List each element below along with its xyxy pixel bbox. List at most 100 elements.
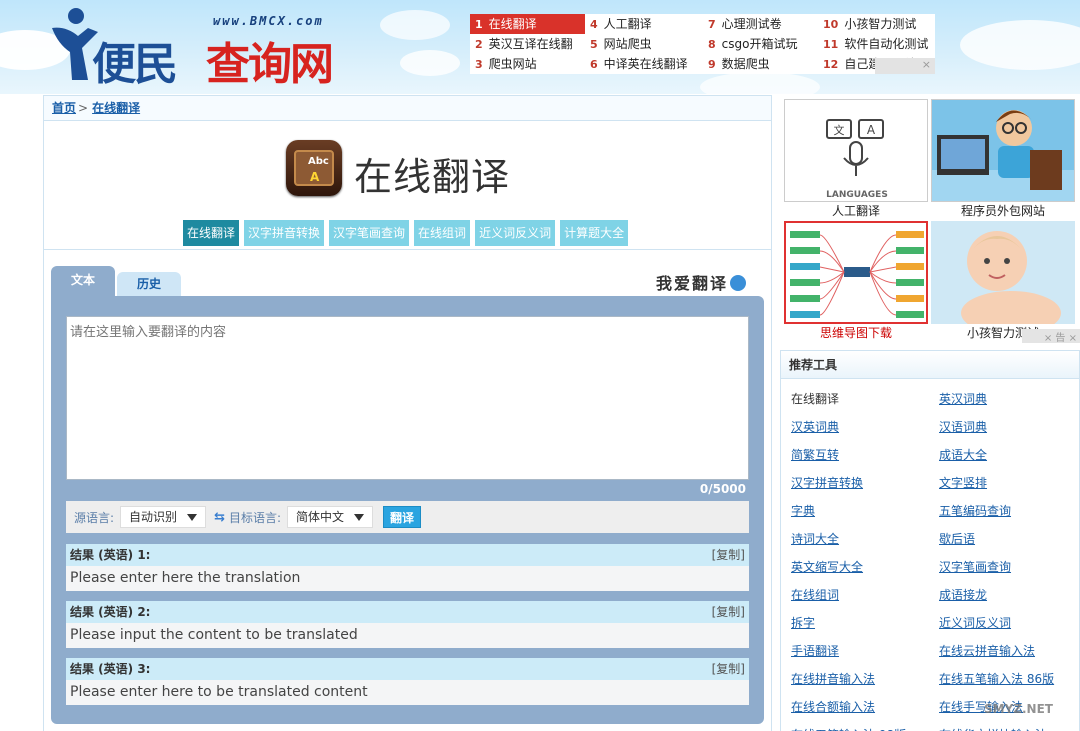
hot-link[interactable]: 9 数据爬虫	[703, 54, 818, 74]
result-title: 结果 (英语) 2:	[70, 605, 151, 619]
recommend-link[interactable]: 英文缩写大全	[791, 553, 939, 581]
site-logo[interactable]: www.BMCX.com 便民 查询网	[48, 6, 358, 90]
ad-grid: 文 A LANGUAGES 人工翻译 程序员外包网站 思维导图下载 小孩智力测试	[782, 97, 1080, 345]
recommend-link[interactable]: 英汉词典	[939, 385, 1080, 413]
recommend-link[interactable]: 文字竖排	[939, 469, 1080, 497]
programmer-illustration	[931, 99, 1075, 202]
source-language-label: 源语言:	[74, 510, 115, 525]
logo-text-red: 查询网	[206, 39, 334, 90]
logo-text-blue: 便民	[92, 39, 178, 90]
ad-human-translation[interactable]: 文 A LANGUAGES 人工翻译	[784, 99, 928, 221]
copy-button[interactable]: [复制]	[712, 658, 745, 680]
source-language-select[interactable]: 自动识别	[120, 506, 207, 528]
target-language-label: 目标语言:	[228, 510, 282, 525]
chevron-down-icon	[354, 513, 365, 521]
recommend-link[interactable]: 在线五笔输入法 86版	[939, 665, 1080, 693]
copy-button[interactable]: [复制]	[712, 544, 745, 566]
translate-button[interactable]: 翻译	[383, 506, 422, 528]
ad-caption: 思维导图下载	[819, 326, 892, 340]
hot-link[interactable]: 7 心理测试卷	[703, 14, 818, 34]
recommend-link[interactable]: 成语接龙	[939, 581, 1080, 609]
tool-tab-online-translate[interactable]: 在线翻译	[183, 220, 240, 246]
recommend-tools: 推荐工具 在线翻译 英汉词典 汉英词典 汉语词典 简繁互转 成语大全 汉字拼音转…	[780, 350, 1080, 731]
ad-mindmap[interactable]: 思维导图下载	[784, 221, 928, 343]
logo-url: www.BMCX.com	[213, 14, 324, 28]
tool-tab-synonym[interactable]: 近义词反义词	[475, 220, 556, 246]
brand-logo: 我爱翻译	[656, 270, 747, 294]
ad-close-button[interactable]: × 告 ×	[1022, 329, 1080, 344]
ad-caption: 程序员外包网站	[960, 204, 1045, 218]
recommend-link[interactable]: 汉语词典	[939, 413, 1080, 441]
breadcrumb: 首页 > 在线翻译	[44, 96, 771, 121]
ad-programmer[interactable]: 程序员外包网站	[931, 99, 1075, 221]
recommend-link[interactable]: 手语翻译	[791, 637, 939, 665]
mindmap-illustration	[784, 221, 928, 324]
recommend-link[interactable]: 在线华文拼块输入法	[939, 721, 1080, 731]
chevron-down-icon	[187, 513, 198, 521]
recommend-link[interactable]: 汉字笔画查询	[939, 553, 1080, 581]
result-text: Please input the content to be translate…	[66, 623, 749, 648]
recommend-link[interactable]: 歇后语	[939, 525, 1080, 553]
breadcrumb-home-link[interactable]: 首页	[52, 101, 76, 115]
target-language-select[interactable]: 简体中文	[287, 506, 374, 528]
brand-knot-icon	[730, 275, 747, 291]
tab-history[interactable]: 历史	[117, 272, 181, 296]
recommend-link[interactable]: 拆字	[791, 609, 939, 637]
hot-link[interactable]: 1 在线翻译	[470, 14, 585, 34]
recommend-link[interactable]: 在线拼音输入法	[791, 665, 939, 693]
result-title: 结果 (英语) 3:	[70, 662, 151, 676]
tool-tab-calc[interactable]: 计算题大全	[560, 220, 629, 246]
char-count: 0/5000	[699, 482, 746, 496]
tab-text[interactable]: 文本	[51, 266, 115, 296]
recommend-link[interactable]: 在线云拼音输入法	[939, 637, 1080, 665]
recommend-link[interactable]: 汉英词典	[791, 413, 939, 441]
translator-box: 0/5000 源语言: 自动识别 ⇆ 目标语言: 简体中文 翻译 结果 (英语)…	[51, 296, 764, 724]
ad-child-iq[interactable]: 小孩智力测试	[931, 221, 1075, 343]
result-block: 结果 (英语) 2: [复制] Please input the content …	[66, 601, 749, 648]
recommend-link[interactable]: 简繁互转	[791, 441, 939, 469]
hot-link[interactable]: 5 网站爬虫	[585, 34, 703, 54]
recommend-link[interactable]: 字典	[791, 497, 939, 525]
watermark: SMYZ.NET	[984, 702, 1053, 716]
tool-tabs: 在线翻译 汉字拼音转换 汉字笔画查询 在线组词 近义词反义词 计算题大全	[183, 220, 629, 246]
hot-link[interactable]: 10 小孩智力测试	[818, 14, 935, 34]
language-options: 源语言: 自动识别 ⇆ 目标语言: 简体中文 翻译	[66, 501, 749, 533]
swap-icon[interactable]: ⇆	[214, 510, 225, 525]
title-area: Abc A 在线翻译 在线翻译 汉字拼音转换 汉字笔画查询 在线组词 近义词反义…	[44, 122, 771, 250]
baby-photo	[931, 221, 1075, 324]
hot-link[interactable]: 6 中译英在线翻译	[585, 54, 703, 74]
recommend-title: 推荐工具	[781, 351, 1079, 379]
main-panel: 首页 > 在线翻译 Abc A 在线翻译 在线翻译 汉字拼音转换 汉字笔画查询 在线…	[43, 95, 772, 731]
result-text: Please enter here the translation	[66, 566, 749, 591]
recommend-link[interactable]: 汉字拼音转换	[791, 469, 939, 497]
recommend-link[interactable]: 成语大全	[939, 441, 1080, 469]
source-text-input[interactable]	[66, 316, 749, 480]
hot-link[interactable]: 4 人工翻译	[585, 14, 703, 34]
recommend-link[interactable]: 五笔编码查询	[939, 497, 1080, 525]
translate-app-icon: Abc A	[286, 140, 342, 196]
recommend-link[interactable]: 在线组词	[791, 581, 939, 609]
svg-text:A: A	[867, 123, 876, 137]
breadcrumb-current-link[interactable]: 在线翻译	[92, 101, 140, 115]
hot-links-close-button[interactable]: ×	[875, 58, 935, 74]
recommend-link[interactable]: 近义词反义词	[939, 609, 1080, 637]
result-block: 结果 (英语) 1: [复制] Please enter here the tra…	[66, 544, 749, 591]
ad-caption: 人工翻译	[831, 204, 880, 218]
tool-tab-pinyin[interactable]: 汉字拼音转换	[244, 220, 325, 246]
site-header: www.BMCX.com 便民 查询网 1 在线翻译 4 人工翻译 7 心理测试卷 1…	[0, 0, 1080, 94]
recommend-link[interactable]: 在线翻译	[791, 385, 939, 413]
recommend-link[interactable]: 在线五笔输入法 98版	[791, 721, 939, 731]
svg-text:文: 文	[834, 123, 845, 137]
hot-link[interactable]: 11 软件自动化测试	[818, 34, 935, 54]
hot-link[interactable]: 8 csgo开箱试玩	[703, 34, 818, 54]
page-title: 在线翻译	[354, 155, 511, 199]
languages-icon: 文 A LANGUAGES	[784, 99, 928, 202]
tool-tab-word-group[interactable]: 在线组词	[414, 220, 471, 246]
result-title: 结果 (英语) 1:	[70, 548, 151, 562]
hot-link[interactable]: 3 爬虫网站	[470, 54, 585, 74]
tool-tab-stroke[interactable]: 汉字笔画查询	[329, 220, 410, 246]
recommend-link[interactable]: 诗词大全	[791, 525, 939, 553]
copy-button[interactable]: [复制]	[712, 601, 745, 623]
recommend-link[interactable]: 在线合额输入法	[791, 693, 939, 721]
hot-link[interactable]: 2 英汉互译在线翻	[470, 34, 585, 54]
